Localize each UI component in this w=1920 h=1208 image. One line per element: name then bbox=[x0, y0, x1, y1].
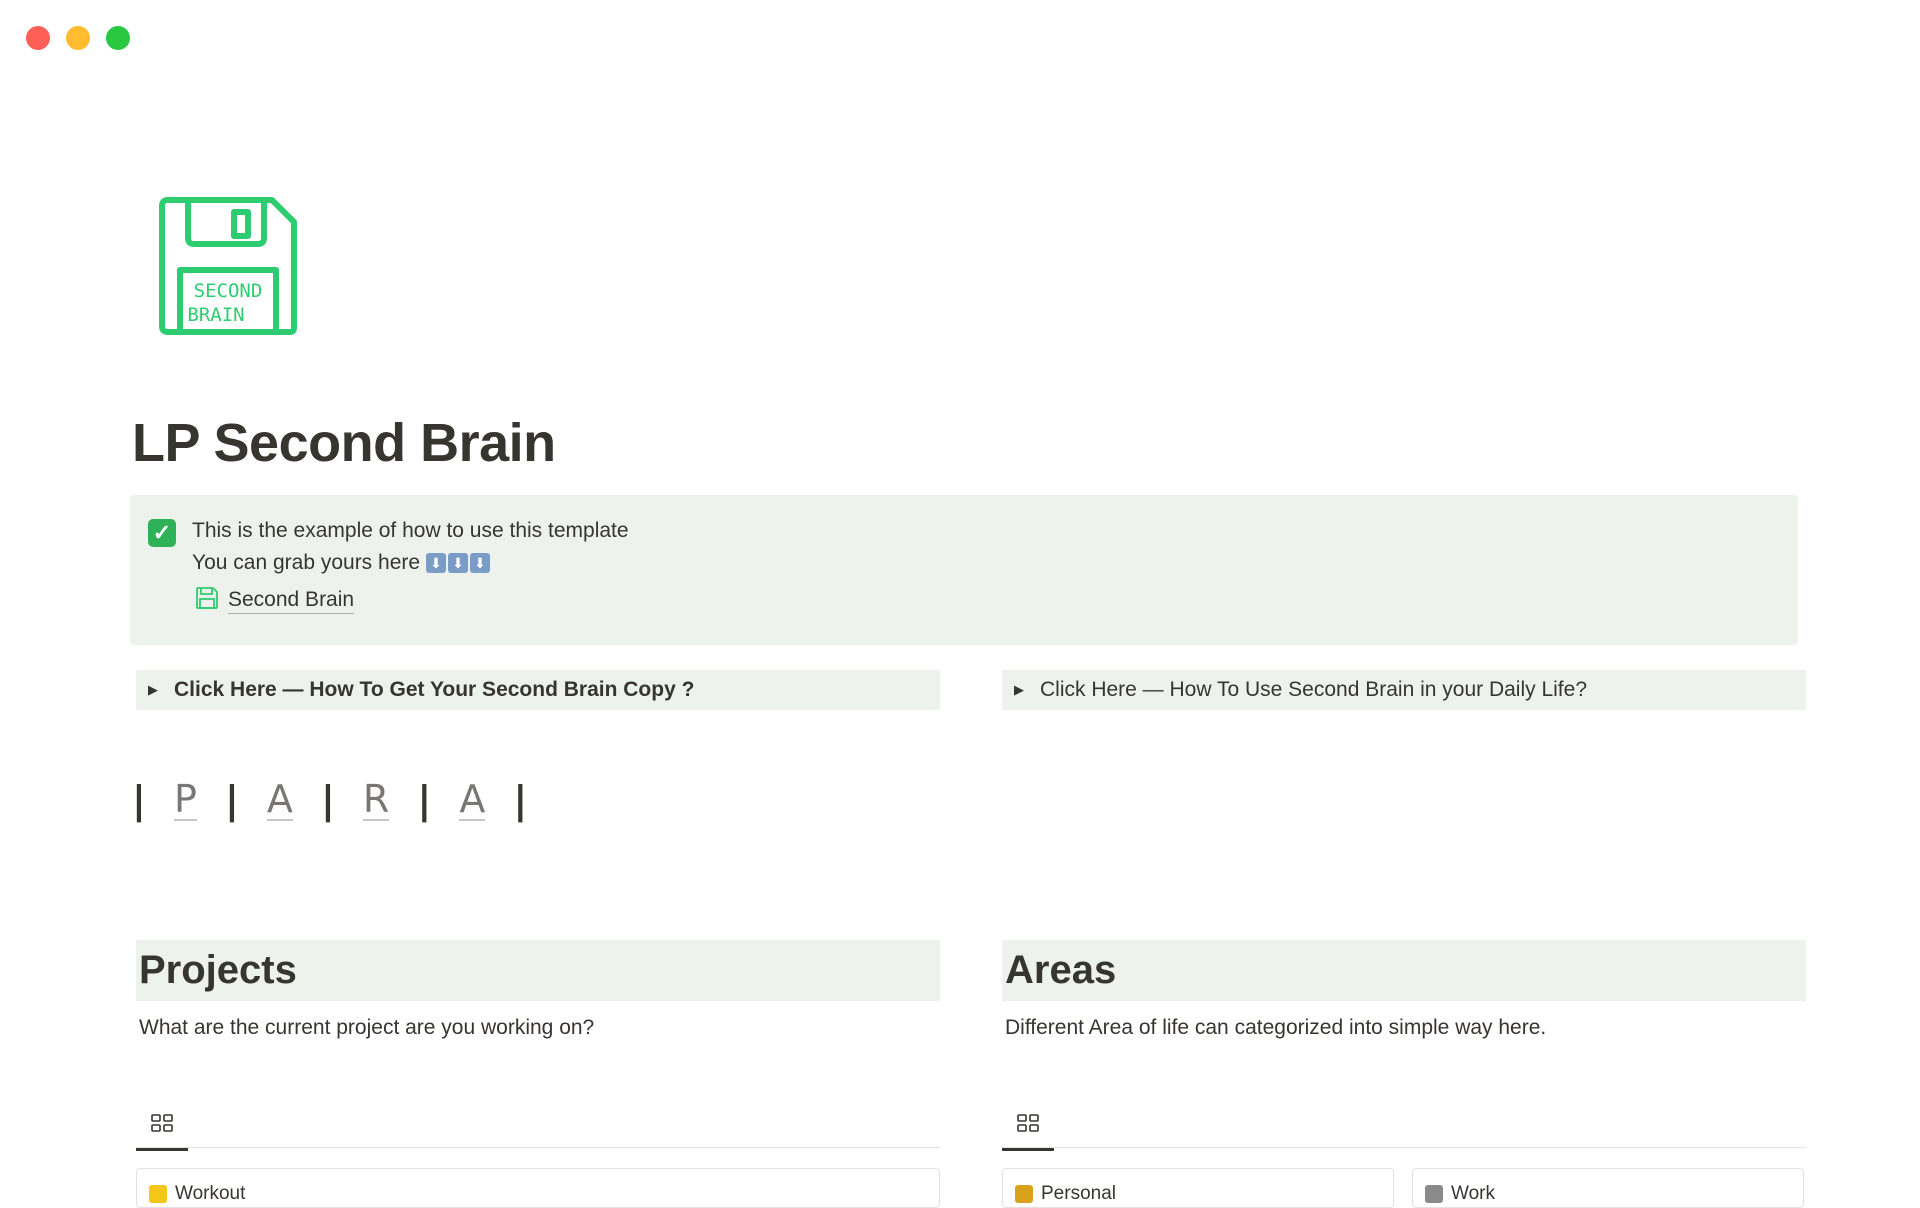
close-window-button[interactable] bbox=[26, 26, 50, 50]
para-separator: | bbox=[320, 778, 335, 822]
para-separator: | bbox=[132, 778, 146, 822]
para-separator: | bbox=[513, 778, 528, 822]
callout-text-line2: You can grab yours here ⬇ ⬇ ⬇ bbox=[192, 551, 491, 575]
minimize-window-button[interactable] bbox=[66, 26, 90, 50]
second-brain-link-label[interactable]: Second Brain bbox=[228, 588, 355, 614]
zoom-window-button[interactable] bbox=[106, 26, 130, 50]
toggle-triangle-icon[interactable]: ▶ bbox=[148, 682, 158, 698]
icon-text-second: SECOND bbox=[194, 280, 263, 302]
down-arrow-icon: ⬇ bbox=[426, 553, 447, 573]
para-separator: | bbox=[417, 778, 432, 822]
areas-gallery-view-tab[interactable] bbox=[1002, 1104, 1054, 1151]
window-controls bbox=[26, 26, 130, 50]
projects-heading-block: Projects bbox=[136, 940, 940, 1001]
card-title: Workout bbox=[175, 1183, 246, 1204]
gallery-card-work[interactable]: Work bbox=[1412, 1168, 1804, 1208]
gallery-view-icon bbox=[1017, 1104, 1039, 1148]
callout-text-line1: This is the example of how to use this t… bbox=[192, 519, 629, 542]
callout-block: ✓ This is the example of how to use this… bbox=[130, 495, 1798, 645]
card-title: Work bbox=[1451, 1183, 1495, 1204]
page-title: LP Second Brain bbox=[132, 413, 556, 473]
icon-text-brain: BRAIN bbox=[187, 304, 244, 326]
down-arrow-icon: ⬇ bbox=[448, 553, 469, 573]
projects-gallery-view-tab[interactable] bbox=[136, 1104, 188, 1151]
areas-view-divider bbox=[1002, 1147, 1806, 1148]
toggle-get-copy[interactable]: ▶ Click Here — How To Get Your Second Br… bbox=[136, 670, 940, 710]
gallery-card-personal[interactable]: Personal bbox=[1002, 1168, 1394, 1208]
projects-description: What are the current project are you wor… bbox=[139, 1016, 595, 1039]
briefcase-icon bbox=[1425, 1185, 1443, 1203]
toggle-daily-life-label: Click Here — How To Use Second Brain in … bbox=[1040, 678, 1588, 701]
toggle-triangle-icon[interactable]: ▶ bbox=[1014, 682, 1024, 698]
gallery-card-workout[interactable]: Workout bbox=[136, 1168, 940, 1208]
down-arrow-icons: ⬇ ⬇ ⬇ bbox=[426, 553, 491, 573]
lightning-icon bbox=[149, 1185, 167, 1203]
para-link-resources[interactable]: R bbox=[362, 779, 390, 821]
floppy-disk-icon bbox=[196, 587, 218, 614]
areas-heading-block: Areas bbox=[1002, 940, 1806, 1001]
para-nav: | P | A | R | A | bbox=[132, 778, 527, 822]
down-arrow-icon: ⬇ bbox=[470, 553, 491, 573]
projects-view-divider bbox=[136, 1147, 940, 1148]
toggle-daily-life[interactable]: ▶ Click Here — How To Use Second Brain i… bbox=[1002, 670, 1806, 710]
para-link-areas[interactable]: A bbox=[266, 779, 293, 821]
floppy-disk-icon[interactable]: SECOND BRAIN bbox=[158, 196, 298, 336]
check-mark-button-icon: ✓ bbox=[148, 519, 176, 547]
para-separator: | bbox=[224, 778, 239, 822]
para-link-projects[interactable]: P bbox=[174, 779, 197, 821]
areas-description: Different Area of life can categorized i… bbox=[1005, 1016, 1547, 1039]
areas-heading: Areas bbox=[1005, 948, 1117, 992]
projects-heading: Projects bbox=[139, 948, 297, 992]
second-brain-link[interactable]: Second Brain bbox=[196, 587, 355, 614]
card-title: Personal bbox=[1041, 1183, 1116, 1204]
trophy-icon bbox=[1015, 1185, 1033, 1203]
para-link-archive[interactable]: A bbox=[459, 779, 486, 821]
toggle-get-copy-label: Click Here — How To Get Your Second Brai… bbox=[174, 678, 695, 701]
gallery-view-icon bbox=[151, 1104, 173, 1148]
callout-text-line2-label: You can grab yours here bbox=[192, 551, 421, 574]
